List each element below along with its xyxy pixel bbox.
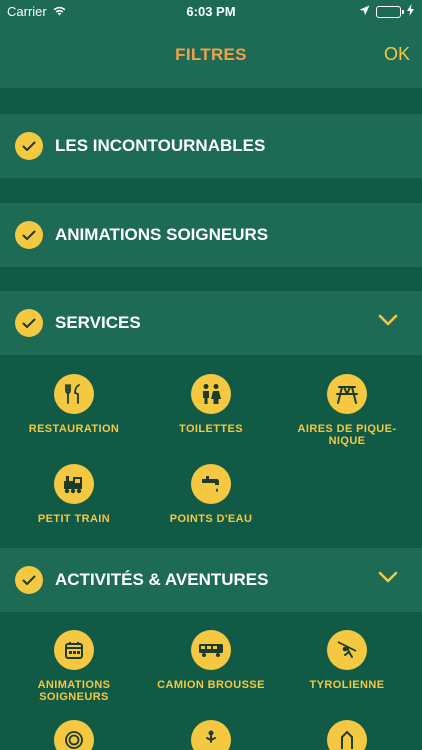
water-tap-icon: [191, 464, 231, 504]
activity-item-playground[interactable]: [277, 720, 417, 750]
filter-label: ACTIVITÉS & AVENTURES: [55, 570, 269, 589]
services-grid: RESTAURATION TOILETTES AIRES DE PIQUE-NI…: [0, 355, 422, 548]
spacer: [0, 178, 422, 203]
train-icon: [54, 464, 94, 504]
spacer: [0, 88, 422, 114]
activity-item-tyrolienne[interactable]: TYROLIENNE: [277, 630, 417, 691]
service-item-petit-train[interactable]: PETIT TRAIN: [4, 464, 144, 525]
spacer: [0, 267, 422, 291]
service-label: POINTS D'EAU: [169, 513, 253, 525]
service-item-points-d-eau[interactable]: POINTS D'EAU: [141, 464, 281, 525]
maze-icon: [54, 720, 94, 750]
playground-icon: [327, 720, 367, 750]
checkmark-icon[interactable]: [15, 221, 43, 249]
service-label: RESTAURATION: [28, 423, 120, 435]
checkmark-icon[interactable]: [15, 566, 43, 594]
service-label: TOILETTES: [179, 423, 243, 435]
toilets-icon: [191, 374, 231, 414]
activity-item-maze[interactable]: [4, 720, 144, 750]
charging-bolt-icon: [407, 4, 414, 19]
service-label: PETIT TRAIN: [37, 513, 111, 525]
battery-icon: [376, 5, 404, 18]
calendar-icon: [54, 630, 94, 670]
picnic-table-icon: [327, 374, 367, 414]
location-arrow-icon: [359, 4, 370, 19]
filter-label: SERVICES: [55, 313, 141, 332]
activity-label: ANIMATIONS SOIGNEURS: [37, 679, 111, 703]
ok-button[interactable]: OK: [384, 44, 410, 65]
activity-item-trampoline[interactable]: [141, 720, 281, 750]
service-item-toilettes[interactable]: TOILETTES: [141, 374, 281, 435]
activity-item-animations-soigneurs[interactable]: ANIMATIONS SOIGNEURS: [4, 630, 144, 703]
restaurant-icon: [54, 374, 94, 414]
bus-icon: [191, 630, 231, 670]
service-item-aires-de-pique-nique[interactable]: AIRES DE PIQUE-NIQUE: [277, 374, 417, 447]
chevron-down-icon[interactable]: [378, 570, 398, 588]
chevron-down-icon[interactable]: [378, 313, 398, 331]
filter-label: LES INCONTOURNABLES: [55, 136, 266, 155]
checkmark-icon[interactable]: [15, 132, 43, 160]
status-right: [359, 4, 414, 19]
status-bar: Carrier 6:03 PM: [0, 0, 422, 24]
activity-label: CAMION BROUSSE: [157, 679, 265, 691]
page-title: FILTRES: [175, 45, 247, 64]
activities-grid: ANIMATIONS SOIGNEURS CAMION BROUSSE TYRO…: [0, 612, 422, 750]
service-label: AIRES DE PIQUE-NIQUE: [297, 423, 397, 447]
activity-label: TYROLIENNE: [309, 679, 385, 691]
trampoline-icon: [191, 720, 231, 750]
checkmark-icon[interactable]: [15, 309, 43, 337]
filter-row-animations-soigneurs[interactable]: ANIMATIONS SOIGNEURS: [0, 203, 422, 267]
service-item-restauration[interactable]: RESTAURATION: [4, 374, 144, 435]
filter-label: ANIMATIONS SOIGNEURS: [55, 225, 269, 244]
filter-row-activites-aventures[interactable]: ACTIVITÉS & AVENTURES: [0, 548, 422, 612]
filter-row-incontournables[interactable]: LES INCONTOURNABLES: [0, 114, 422, 178]
navigation-bar: FILTRES OK: [0, 24, 422, 88]
activity-item-camion-brousse[interactable]: CAMION BROUSSE: [141, 630, 281, 691]
filter-row-services[interactable]: SERVICES: [0, 291, 422, 355]
zipline-icon: [327, 630, 367, 670]
